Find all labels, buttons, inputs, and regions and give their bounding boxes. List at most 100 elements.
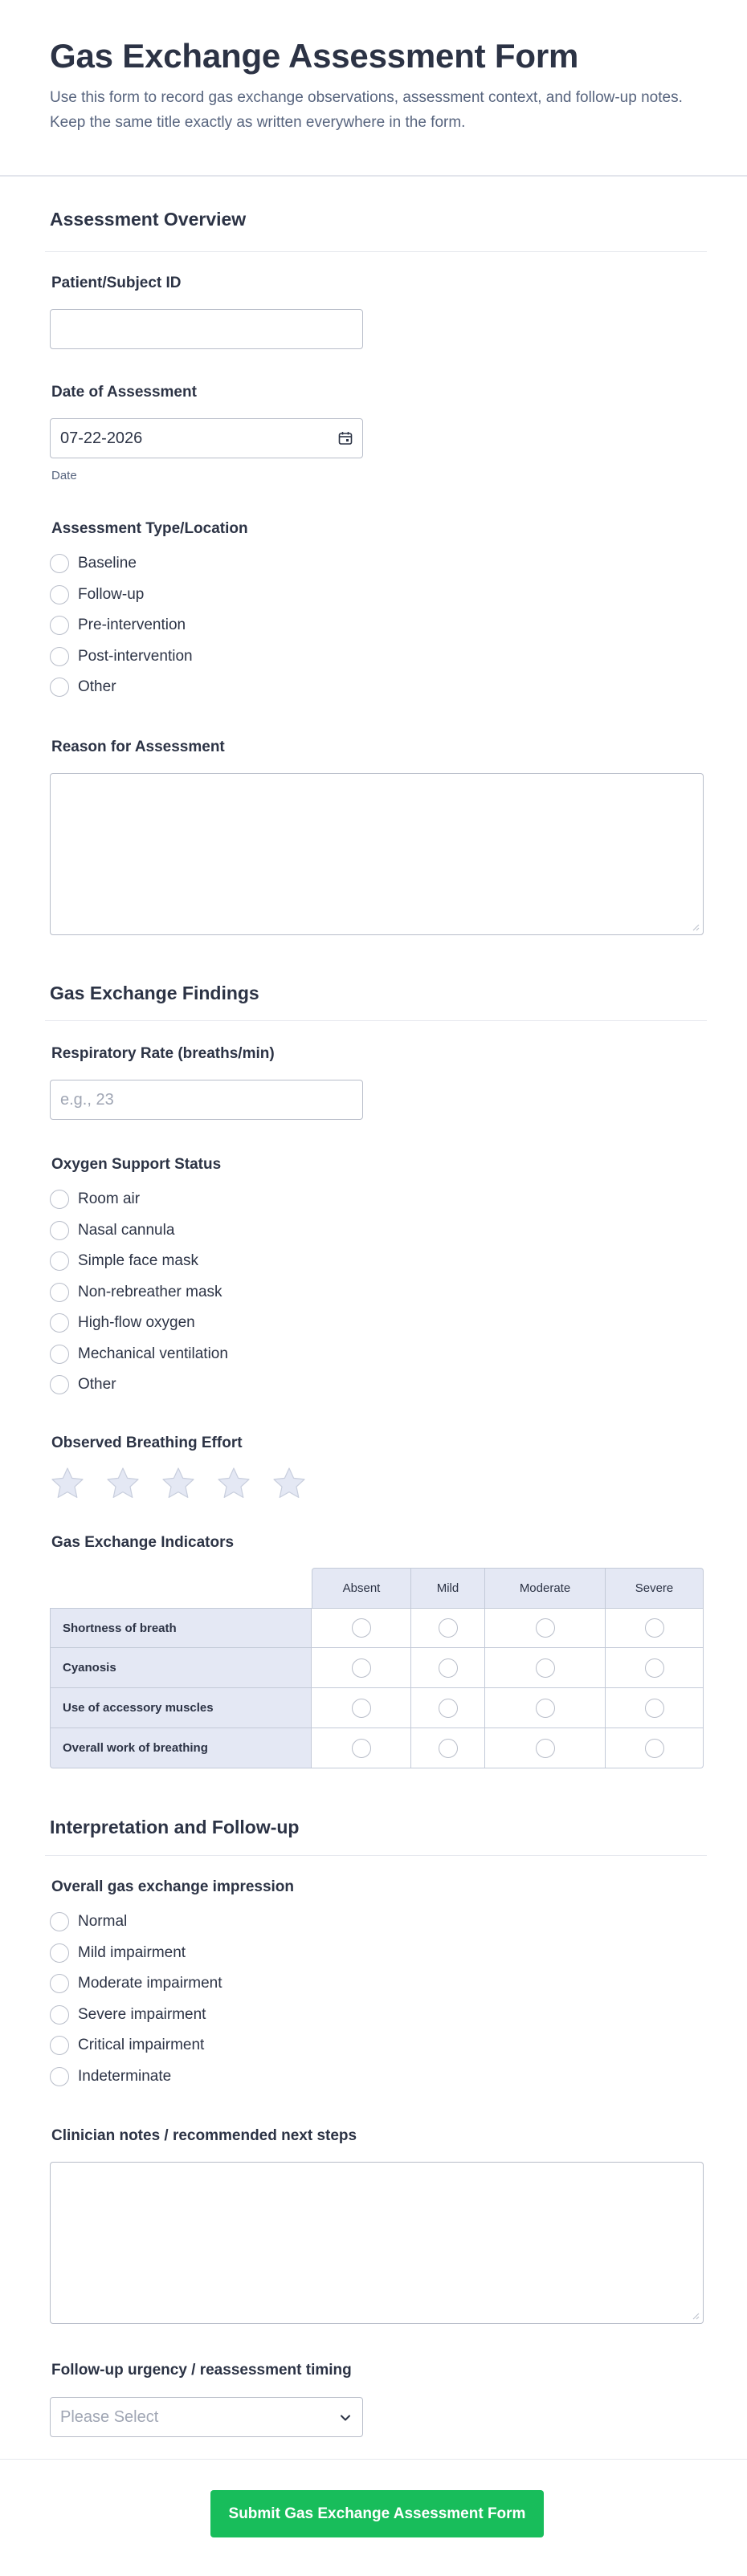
radio-option[interactable]: Critical impairment <box>50 2030 222 2061</box>
star-icon[interactable] <box>216 1466 251 1501</box>
submit-button[interactable]: Submit Gas Exchange Assessment Form <box>210 2490 544 2537</box>
radio-button[interactable] <box>50 2004 69 2025</box>
matrix-cell[interactable] <box>606 1648 704 1688</box>
matrix-cell[interactable] <box>312 1728 411 1768</box>
radio-button[interactable] <box>50 584 69 604</box>
radio-button[interactable] <box>50 2066 69 2086</box>
radio-button[interactable] <box>438 1618 458 1638</box>
reason-label: Reason for Assessment <box>51 739 225 755</box>
calendar-icon[interactable] <box>338 431 353 446</box>
radio-button[interactable] <box>50 1344 69 1364</box>
matrix-cell[interactable] <box>411 1688 485 1728</box>
form-title: Gas Exchange Assessment Form <box>50 37 579 75</box>
radio-button[interactable] <box>50 678 69 698</box>
matrix-cell[interactable] <box>485 1608 606 1648</box>
radio-button[interactable] <box>351 1658 371 1678</box>
impression-label: Overall gas exchange impression <box>51 1878 295 1895</box>
matrix-cell[interactable] <box>312 1608 411 1648</box>
radio-button[interactable] <box>351 1698 371 1718</box>
radio-button[interactable] <box>50 554 69 574</box>
radio-option[interactable]: Pre-intervention <box>50 610 193 641</box>
reason-textarea[interactable] <box>50 773 704 935</box>
table-row: Shortness of breath <box>50 1608 704 1648</box>
radio-option[interactable]: Baseline <box>50 548 193 580</box>
chevron-down-icon <box>341 2415 350 2421</box>
matrix-cell[interactable] <box>485 1728 606 1768</box>
radio-option[interactable]: Simple face mask <box>50 1246 228 1277</box>
matrix-row-label: Overall work of breathing <box>50 1728 312 1768</box>
radio-button[interactable] <box>50 1375 69 1395</box>
resize-handle-icon[interactable] <box>692 923 700 931</box>
matrix-column-header: Absent <box>312 1568 411 1608</box>
radio-option[interactable]: High-flow oxygen <box>50 1308 228 1339</box>
form-description: Use this form to record gas exchange obs… <box>50 89 683 131</box>
matrix-column-header: Moderate <box>485 1568 606 1608</box>
radio-button[interactable] <box>351 1738 371 1758</box>
radio-option[interactable]: Post-intervention <box>50 641 193 673</box>
radio-option[interactable]: Mild impairment <box>50 1938 222 1969</box>
radio-option[interactable]: Room air <box>50 1184 228 1215</box>
radio-button[interactable] <box>644 1618 664 1638</box>
indicators-matrix: Absent Mild Moderate Severe Shortness of… <box>50 1568 704 1768</box>
radio-option[interactable]: Mechanical ventilation <box>50 1339 228 1370</box>
radio-button[interactable] <box>644 1698 664 1718</box>
radio-button[interactable] <box>535 1658 555 1678</box>
radio-option[interactable]: Severe impairment <box>50 2000 222 2031</box>
matrix-cell[interactable] <box>606 1688 704 1728</box>
matrix-cell[interactable] <box>411 1648 485 1688</box>
clinician-notes-textarea[interactable] <box>50 2162 704 2324</box>
radio-button[interactable] <box>438 1658 458 1678</box>
radio-button[interactable] <box>644 1658 664 1678</box>
star-icon[interactable] <box>105 1466 141 1501</box>
patient-id-input[interactable] <box>50 309 363 349</box>
radio-button[interactable] <box>535 1698 555 1718</box>
radio-button[interactable] <box>50 646 69 666</box>
resize-handle-icon[interactable] <box>692 2312 700 2320</box>
matrix-cell[interactable] <box>411 1608 485 1648</box>
radio-button[interactable] <box>535 1618 555 1638</box>
star-icon[interactable] <box>271 1466 307 1501</box>
star-icon[interactable] <box>50 1466 85 1501</box>
radio-option[interactable]: Follow-up <box>50 580 193 611</box>
radio-option[interactable]: Indeterminate <box>50 2061 222 2093</box>
matrix-row-label: Shortness of breath <box>50 1608 312 1648</box>
resp-rate-label: Respiratory Rate (breaths/min) <box>51 1045 275 1062</box>
matrix-cell[interactable] <box>606 1728 704 1768</box>
matrix-cell[interactable] <box>606 1608 704 1648</box>
radio-option-label: Indeterminate <box>78 2067 172 2085</box>
matrix-cell[interactable] <box>312 1648 411 1688</box>
matrix-cell[interactable] <box>485 1688 606 1728</box>
resp-rate-input[interactable]: e.g., 23 <box>50 1080 363 1120</box>
radio-button[interactable] <box>535 1738 555 1758</box>
patient-id-label: Patient/Subject ID <box>51 275 182 291</box>
radio-button[interactable] <box>50 1912 69 1932</box>
radio-option[interactable]: Other <box>50 1369 228 1401</box>
breathing-effort-label: Observed Breathing Effort <box>51 1435 243 1451</box>
radio-button[interactable] <box>351 1618 371 1638</box>
radio-option[interactable]: Moderate impairment <box>50 1968 222 2000</box>
radio-option[interactable]: Non-rebreather mask <box>50 1277 228 1308</box>
radio-button[interactable] <box>50 1251 69 1272</box>
radio-button[interactable] <box>644 1738 664 1758</box>
radio-option[interactable]: Normal <box>50 1907 222 1938</box>
radio-button[interactable] <box>50 1220 69 1240</box>
radio-option[interactable]: Other <box>50 672 193 703</box>
radio-option-label: Non-rebreather mask <box>78 1283 222 1300</box>
radio-button[interactable] <box>50 616 69 636</box>
matrix-cell[interactable] <box>411 1728 485 1768</box>
matrix-cell[interactable] <box>312 1688 411 1728</box>
radio-button[interactable] <box>50 2036 69 2056</box>
radio-button[interactable] <box>438 1698 458 1718</box>
urgency-select[interactable]: Please Select <box>50 2397 363 2437</box>
radio-button[interactable] <box>50 1974 69 1994</box>
radio-button[interactable] <box>50 1282 69 1302</box>
date-input[interactable]: 07-22-2026 <box>50 418 363 458</box>
radio-button[interactable] <box>50 1313 69 1333</box>
radio-button[interactable] <box>50 1943 69 1963</box>
matrix-cell[interactable] <box>485 1648 606 1688</box>
star-icon[interactable] <box>161 1466 196 1501</box>
matrix-row-label: Cyanosis <box>50 1648 312 1688</box>
radio-button[interactable] <box>50 1190 69 1210</box>
radio-option[interactable]: Nasal cannula <box>50 1215 228 1247</box>
radio-button[interactable] <box>438 1738 458 1758</box>
